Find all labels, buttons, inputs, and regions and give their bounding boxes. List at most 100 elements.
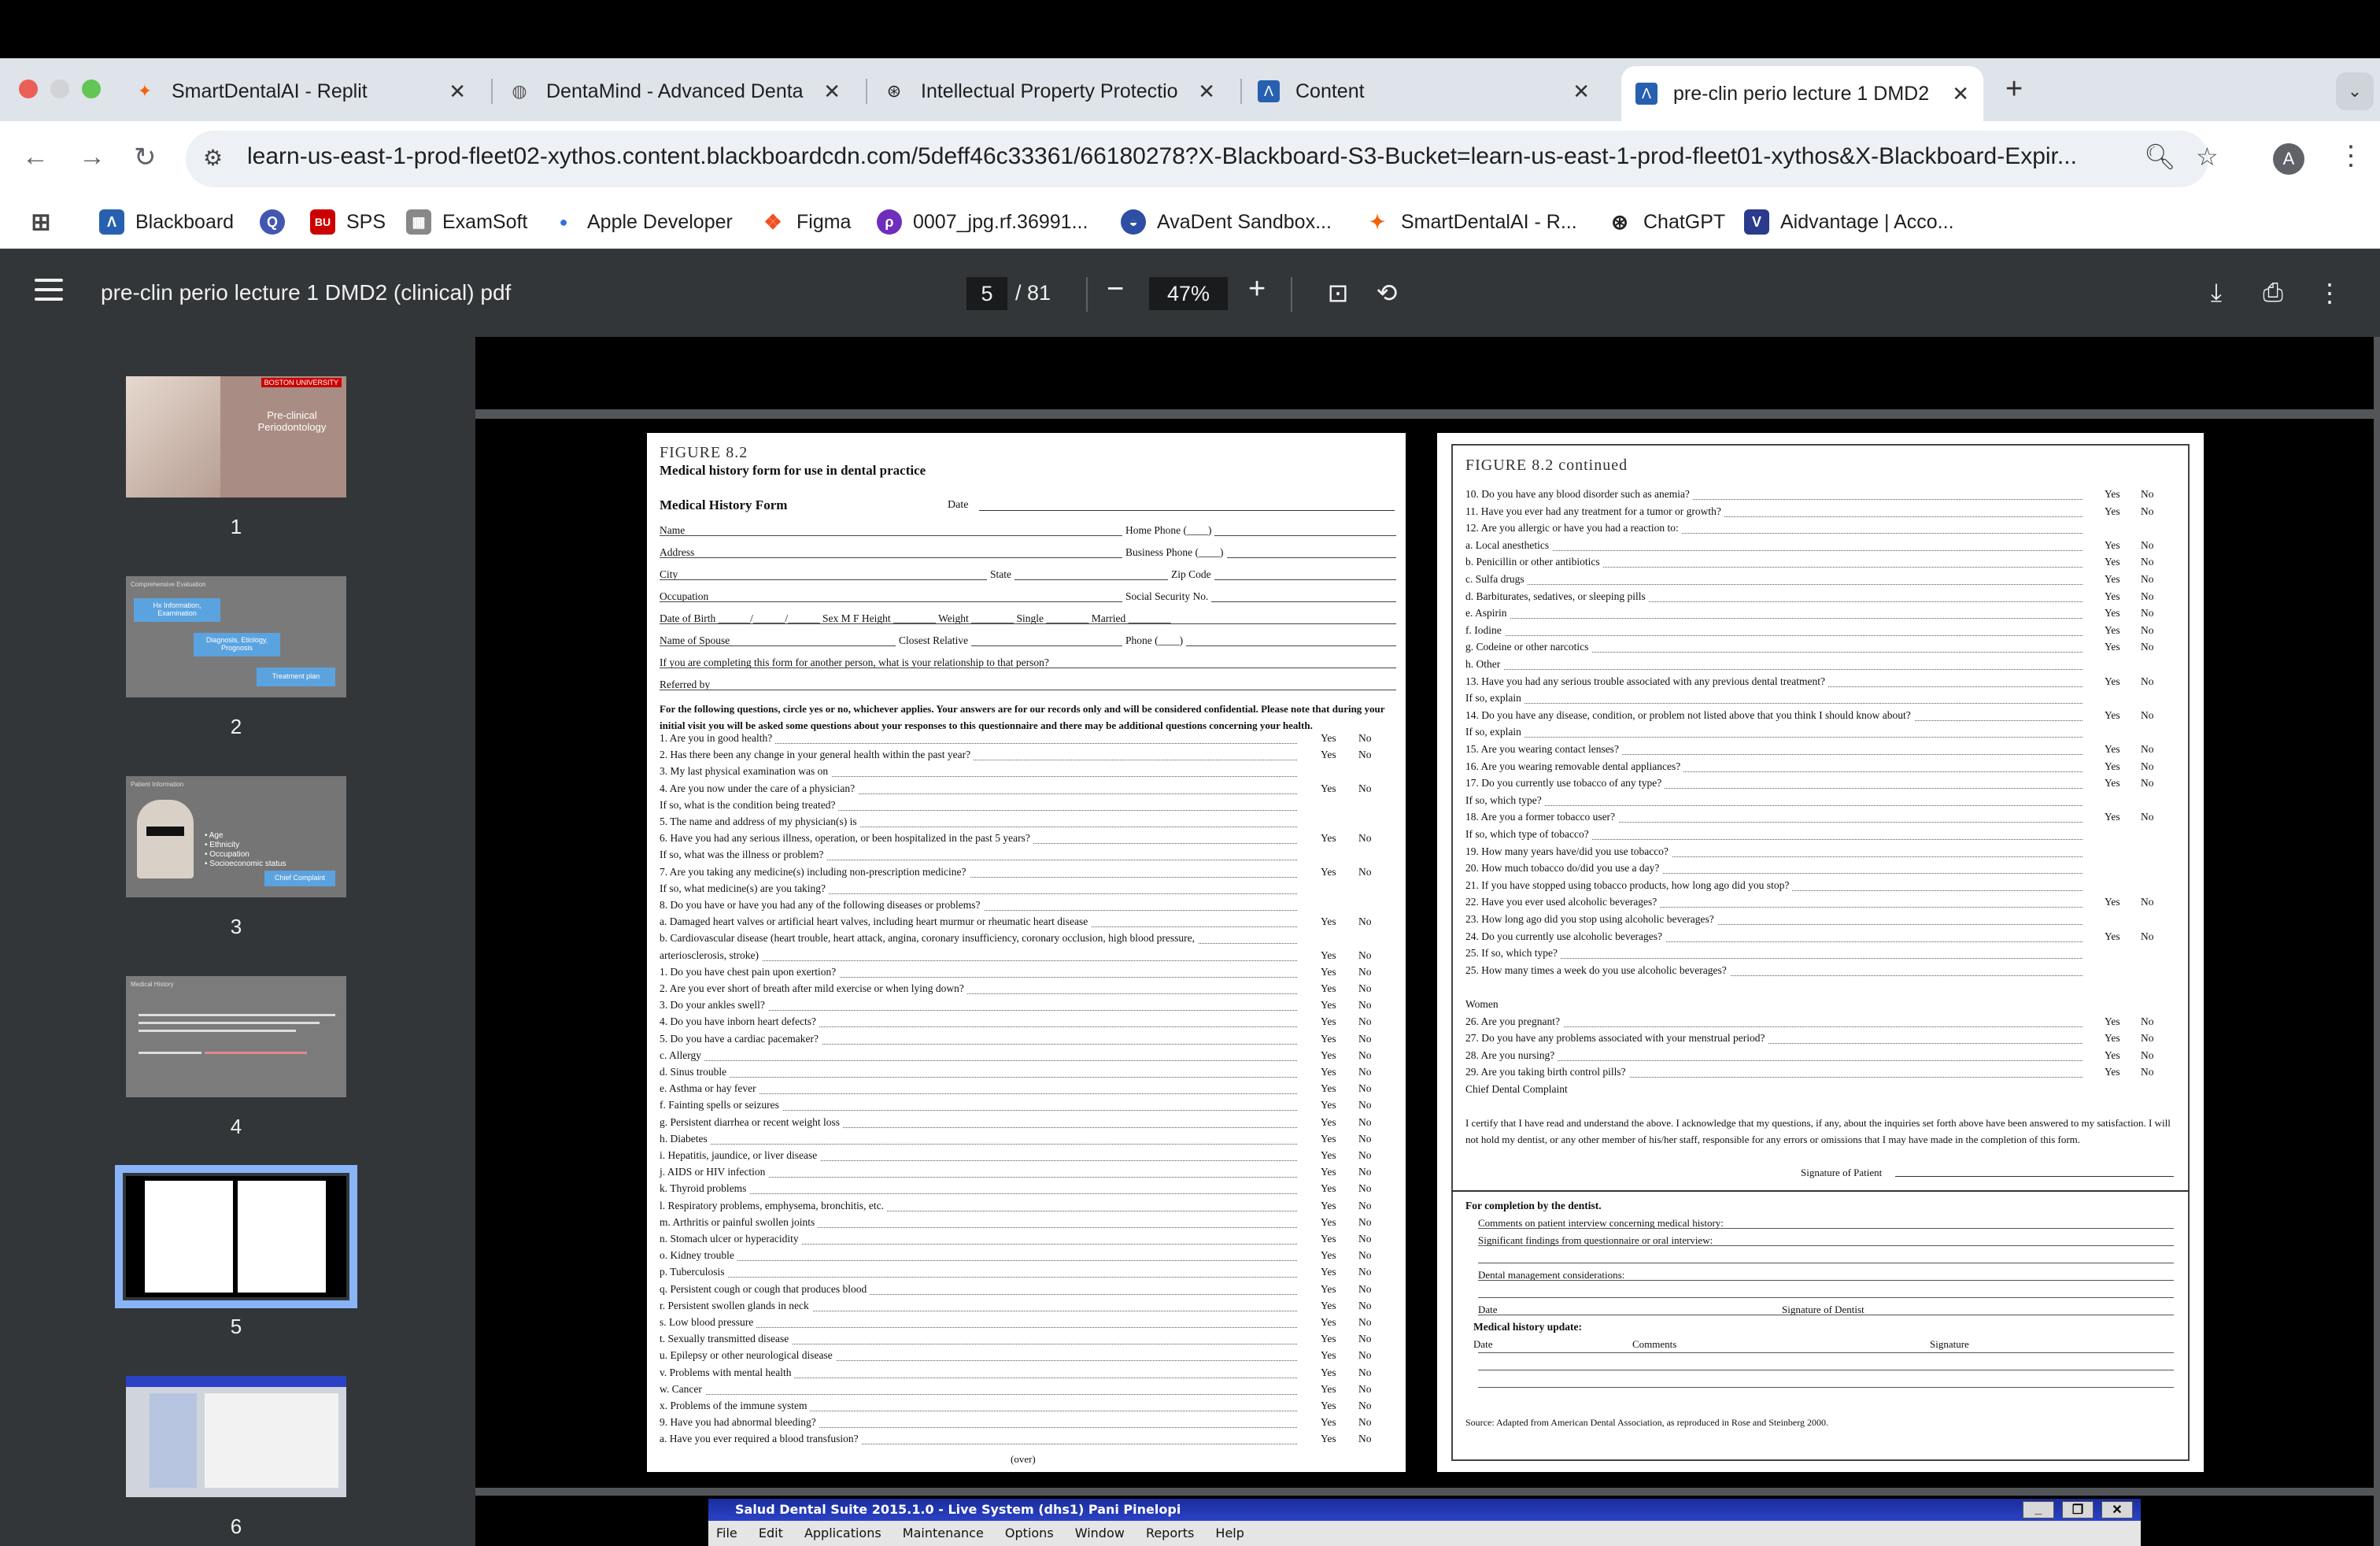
yes-option[interactable]: Yes xyxy=(1321,949,1336,962)
yes-option[interactable]: Yes xyxy=(1321,1233,1336,1245)
salud-restore-button[interactable]: ❐ xyxy=(2062,1501,2094,1518)
no-option[interactable]: No xyxy=(1358,1049,1372,1062)
print-icon[interactable]: ⎙ xyxy=(2257,277,2289,309)
tab-search-button[interactable]: ⌄ xyxy=(2336,72,2374,110)
no-option[interactable]: No xyxy=(2141,1015,2154,1028)
window-minimize-button[interactable] xyxy=(50,80,69,98)
no-option[interactable]: No xyxy=(1358,1033,1372,1045)
yes-option[interactable]: Yes xyxy=(1321,1033,1336,1045)
no-option[interactable]: No xyxy=(2141,1032,2154,1045)
no-option[interactable]: No xyxy=(1358,1349,1372,1362)
yes-option[interactable]: Yes xyxy=(1321,1066,1336,1078)
no-option[interactable]: No xyxy=(1358,1166,1372,1178)
bookmark-roboflow[interactable]: ρ 0007_jpg.rf.36991... xyxy=(877,206,1088,238)
menu-maintenance[interactable]: Maintenance xyxy=(903,1526,984,1540)
window-zoom-button[interactable] xyxy=(82,80,101,98)
yes-option[interactable]: Yes xyxy=(2105,488,2120,501)
no-option[interactable]: No xyxy=(1358,1133,1372,1145)
yes-option[interactable]: Yes xyxy=(2105,1066,2120,1078)
yes-option[interactable]: Yes xyxy=(2105,811,2120,823)
thumbnail-page-5[interactable] xyxy=(115,1165,357,1308)
tab-intellectual-property[interactable]: ⊛ Intellectual Property Protectio ✕ xyxy=(883,66,1229,117)
no-option[interactable]: No xyxy=(1358,1416,1372,1429)
reload-button[interactable]: ↻ xyxy=(134,142,157,173)
thumbnail-page-1[interactable]: BOSTON UNIVERSITY Pre-clinical Periodont… xyxy=(126,376,346,497)
no-option[interactable]: No xyxy=(1358,1099,1372,1111)
url-text[interactable]: learn-us-east-1-prod-fleet02-xythos.cont… xyxy=(247,143,2112,170)
close-icon[interactable]: ✕ xyxy=(1952,82,1969,106)
no-option[interactable]: No xyxy=(2141,590,2154,603)
tab-smartdentalai-replit[interactable]: ✦ SmartDentalAI - Replit ✕ xyxy=(134,66,480,117)
bookmark-avadent[interactable]: ◒ AvaDent Sandbox... xyxy=(1121,206,1332,238)
yes-option[interactable]: Yes xyxy=(1321,1400,1336,1412)
no-option[interactable]: No xyxy=(1358,982,1372,995)
page-number-input[interactable]: 5 xyxy=(966,277,1007,310)
no-option[interactable]: No xyxy=(2141,743,2154,756)
no-option[interactable]: No xyxy=(1358,1216,1372,1229)
menu-options[interactable]: Options xyxy=(1005,1526,1054,1540)
yes-option[interactable]: Yes xyxy=(2105,607,2120,620)
rotate-icon[interactable]: ⟲ xyxy=(1371,277,1402,309)
zoom-out-button[interactable]: − xyxy=(1107,272,1124,306)
yes-option[interactable]: Yes xyxy=(1321,1333,1336,1345)
forward-button[interactable]: → xyxy=(79,142,105,172)
salud-window-titlebar[interactable]: Salud Dental Suite 2015.1.0 - Live Syste… xyxy=(708,1499,2141,1521)
bookmark-quizlet[interactable]: Q xyxy=(260,206,296,238)
back-button[interactable]: ← xyxy=(22,142,49,172)
no-option[interactable]: No xyxy=(1358,1066,1372,1078)
no-option[interactable]: No xyxy=(2141,505,2154,518)
menu-applications[interactable]: Applications xyxy=(804,1526,881,1540)
no-option[interactable]: No xyxy=(1358,832,1372,845)
no-option[interactable]: No xyxy=(1358,1200,1372,1212)
no-option[interactable]: No xyxy=(1358,949,1372,962)
yes-option[interactable]: Yes xyxy=(1321,999,1336,1012)
yes-option[interactable]: Yes xyxy=(2105,1049,2120,1062)
yes-option[interactable]: Yes xyxy=(2105,624,2120,637)
yes-option[interactable]: Yes xyxy=(2105,743,2120,756)
yes-option[interactable]: Yes xyxy=(1321,1300,1336,1312)
yes-option[interactable]: Yes xyxy=(2105,675,2120,688)
no-option[interactable]: No xyxy=(2141,488,2154,501)
yes-option[interactable]: Yes xyxy=(1321,1099,1336,1111)
thumbnail-page-3[interactable]: Patient Information • Age • Ethnicity • … xyxy=(126,776,346,897)
no-option[interactable]: No xyxy=(1358,1316,1372,1329)
bookmark-examsoft[interactable]: ▦ ExamSoft xyxy=(406,206,527,238)
yes-option[interactable]: Yes xyxy=(1321,1116,1336,1129)
no-option[interactable]: No xyxy=(2141,1049,2154,1062)
apps-grid-button[interactable]: ⊞ xyxy=(28,206,65,238)
thumbnail-page-2[interactable]: Comprehensive Evaluation Hx Information,… xyxy=(126,576,346,697)
yes-option[interactable]: Yes xyxy=(1321,982,1336,995)
no-option[interactable]: No xyxy=(2141,709,2154,722)
zoom-in-button[interactable]: + xyxy=(1248,272,1266,306)
close-icon[interactable]: ✕ xyxy=(449,80,466,104)
yes-option[interactable]: Yes xyxy=(2105,760,2120,773)
yes-option[interactable]: Yes xyxy=(1321,1182,1336,1195)
no-option[interactable]: No xyxy=(1358,1367,1372,1379)
browser-menu-icon[interactable]: ⋮ xyxy=(2338,140,2364,172)
yes-option[interactable]: Yes xyxy=(1321,749,1336,761)
yes-option[interactable]: Yes xyxy=(2105,1015,2120,1028)
no-option[interactable]: No xyxy=(1358,966,1372,978)
yes-option[interactable]: Yes xyxy=(2105,505,2120,518)
yes-option[interactable]: Yes xyxy=(2105,641,2120,653)
yes-option[interactable]: Yes xyxy=(1321,1049,1336,1062)
profile-avatar[interactable]: A xyxy=(2273,143,2304,175)
yes-option[interactable]: Yes xyxy=(1321,1249,1336,1262)
no-option[interactable]: No xyxy=(2141,930,2154,943)
bookmark-sps[interactable]: BU SPS xyxy=(310,206,386,238)
yes-option[interactable]: Yes xyxy=(1321,832,1336,845)
yes-option[interactable]: Yes xyxy=(1321,915,1336,928)
yes-option[interactable]: Yes xyxy=(1321,1349,1336,1362)
no-option[interactable]: No xyxy=(1358,1383,1372,1396)
window-close-button[interactable] xyxy=(19,80,38,98)
no-option[interactable]: No xyxy=(1358,999,1372,1012)
tab-dentamind[interactable]: ◍ DentaMind - Advanced Denta ✕ xyxy=(508,66,855,117)
yes-option[interactable]: Yes xyxy=(1321,1133,1336,1145)
fit-to-page-icon[interactable]: ⊡ xyxy=(1322,277,1354,309)
yes-option[interactable]: Yes xyxy=(1321,1367,1336,1379)
yes-option[interactable]: Yes xyxy=(1321,1082,1336,1095)
no-option[interactable]: No xyxy=(1358,1015,1372,1028)
yes-option[interactable]: Yes xyxy=(1321,1216,1336,1229)
thumbnail-page-4[interactable]: Medical History xyxy=(126,976,346,1097)
more-options-icon[interactable]: ⋮ xyxy=(2314,277,2345,309)
